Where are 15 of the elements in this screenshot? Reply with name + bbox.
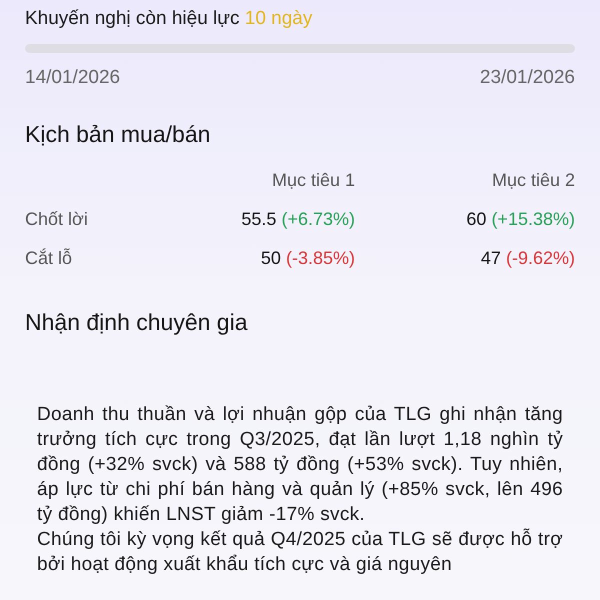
analysis-paragraph: Doanh thu thuần và lợi nhuận gộp của TLG ghi nhận tăng trưởng tích cực trong Q3/2025, đạt lần lượt 1,18 nghìn tỷ đồng (+32% svck) và 588 tỷ đồng (+53% svck). Tuy nhiên, áp lực từ chi phí bán hàng và quản lý (+85% svck, lên 496 tỷ đồng) khiến LNST giảm -17% svck. (36, 403, 564, 527)
row-label: Chốt lời (25, 209, 89, 230)
target-value: 60 (+15.38%) (466, 209, 575, 230)
end-date: 23/01/2026 (480, 67, 575, 89)
column-header: Mục tiêu 2 (492, 170, 575, 191)
target-value: 55.5 (+6.73%) (241, 209, 355, 230)
target-value: 50 (-3.85%) (260, 248, 355, 269)
analysis-paragraph: Chúng tôi kỳ vọng kết quả Q4/2025 của TLG sẽ được hỗ trợ bởi hoạt động xuất khẩu tích cực và giá nguyên (36, 528, 564, 577)
target-value: 47 (-9.62%) (480, 248, 575, 269)
column-header: Mục tiêu 1 (272, 170, 355, 191)
section-title: Kịch bản mua/bán (25, 121, 212, 148)
validity-text: Khuyến nghị còn hiệu lực 10 ngày (25, 7, 314, 30)
section-title: Nhận định chuyên gia (25, 309, 248, 336)
start-date: 14/01/2026 (25, 67, 120, 89)
row-label: Cắt lỗ (25, 248, 74, 269)
